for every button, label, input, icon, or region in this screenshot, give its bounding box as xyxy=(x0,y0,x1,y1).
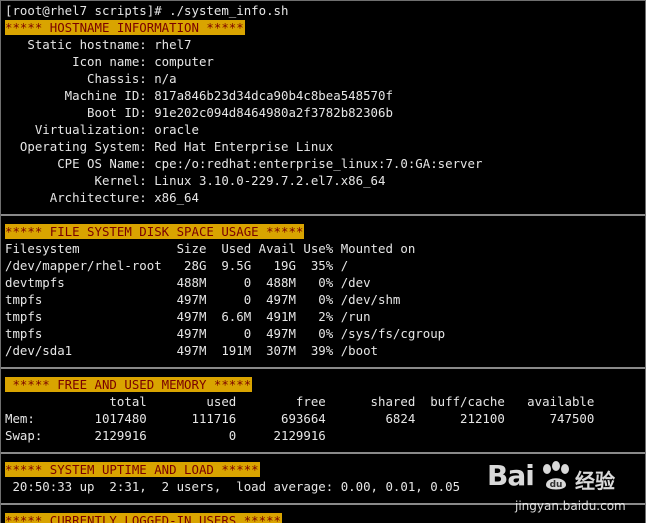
hostname-line: Machine ID: 817a846b23d34dca90b4c8bea548… xyxy=(5,88,393,103)
section-divider xyxy=(1,452,645,454)
watermark-brand: Bai xyxy=(487,459,535,492)
uptime-header-label: ***** SYSTEM UPTIME AND LOAD ***** xyxy=(5,462,260,477)
hostname-line: Virtualization: oracle xyxy=(5,122,199,137)
disk-table-row: /dev/sda1 497M 191M 307M 39% /boot xyxy=(5,343,378,358)
section-divider xyxy=(1,367,645,369)
hostname-line: Chassis: n/a xyxy=(5,71,177,86)
disk-header-label: ***** FILE SYSTEM DISK SPACE USAGE ***** xyxy=(5,224,305,239)
hostname-line: CPE OS Name: cpe:/o:redhat:enterprise_li… xyxy=(5,156,483,171)
memory-header-label: ***** FREE AND USED MEMORY ***** xyxy=(5,377,253,392)
uptime-section-header: ***** SYSTEM UPTIME AND LOAD ***** xyxy=(5,461,260,478)
memory-table-row: Swap: 2129916 0 2129916 xyxy=(5,428,326,443)
memory-table-header: total used free shared buff/cache availa… xyxy=(5,394,595,409)
hostname-line: Boot ID: 91e202c094d8464980a2f3782b82306… xyxy=(5,105,393,120)
hostname-line: Static hostname: rhel7 xyxy=(5,37,192,52)
baidu-jingyan-watermark: Bai du 经验 jingyan.baidu.com xyxy=(487,459,637,519)
disk-table-row: tmpfs 497M 0 497M 0% /dev/shm xyxy=(5,292,401,307)
disk-section-header: ***** FILE SYSTEM DISK SPACE USAGE ***** xyxy=(5,223,305,240)
hostname-line: Icon name: computer xyxy=(5,54,214,69)
users-header-label: ***** CURRENTLY LOGGED-IN USERS ***** xyxy=(5,513,283,523)
users-section-header: ***** CURRENTLY LOGGED-IN USERS ***** xyxy=(5,512,283,523)
disk-table-header: Filesystem Size Used Avail Use% Mounted … xyxy=(5,241,416,256)
uptime-line: 20:50:33 up 2:31, 2 users, load average:… xyxy=(5,479,461,494)
watermark-url: jingyan.baidu.com xyxy=(515,499,626,513)
memory-table-row: Mem: 1017480 111716 693664 6824 212100 7… xyxy=(5,411,595,426)
shell-prompt: [root@rhel7 scripts]# ./system_info.sh xyxy=(5,3,289,18)
disk-table-row: tmpfs 497M 6.6M 491M 2% /run xyxy=(5,309,371,324)
hostname-line: Operating System: Red Hat Enterprise Lin… xyxy=(5,139,334,154)
svg-text:du: du xyxy=(550,480,563,490)
memory-section-header: ***** FREE AND USED MEMORY ***** xyxy=(5,376,253,393)
section-divider xyxy=(1,214,645,216)
hostname-section-header: ***** HOSTNAME INFORMATION ***** xyxy=(5,19,245,36)
watermark-brand-cn: 经验 xyxy=(575,469,615,493)
paw-icon: du xyxy=(543,461,569,490)
hostname-line: Architecture: x86_64 xyxy=(5,190,199,205)
hostname-line: Kernel: Linux 3.10.0-229.7.2.el7.x86_64 xyxy=(5,173,386,188)
hostname-header-label: ***** HOSTNAME INFORMATION ***** xyxy=(5,20,245,35)
disk-table-row: /dev/mapper/rhel-root 28G 9.5G 19G 35% / xyxy=(5,258,349,273)
terminal-window[interactable]: [root@rhel7 scripts]# ./system_info.sh *… xyxy=(0,0,646,523)
disk-table-row: devtmpfs 488M 0 488M 0% /dev xyxy=(5,275,371,290)
disk-table-row: tmpfs 497M 0 497M 0% /sys/fs/cgroup xyxy=(5,326,446,341)
